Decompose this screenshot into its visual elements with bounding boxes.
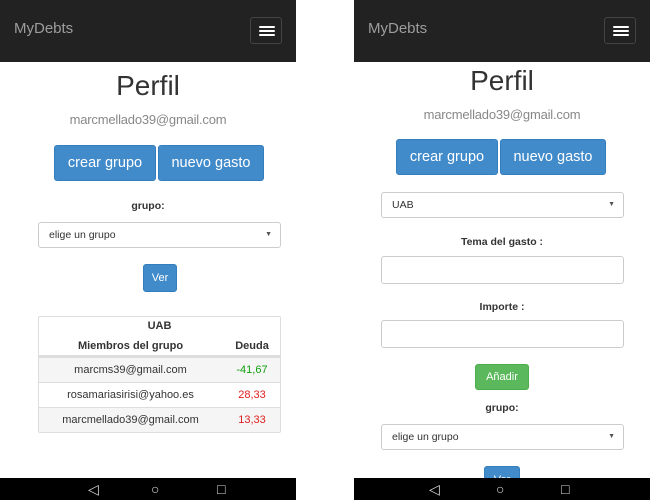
group-select[interactable]: elige un grupo ▼ (38, 222, 281, 248)
expense-group-select[interactable]: UAB ▼ (381, 192, 624, 218)
navbar: MyDebts (354, 0, 650, 62)
group-select[interactable]: elige un grupo ▼ (381, 424, 624, 450)
page-title: Perfil (116, 70, 180, 101)
hamburger-icon (259, 26, 275, 28)
group-members-table: UAB Miembros del grupo Deuda marcms39@gm… (38, 316, 281, 433)
group-label: grupo: (485, 402, 519, 414)
table-row: marcmellado39@gmail.com 13,33 (39, 407, 280, 432)
expense-topic-input[interactable] (381, 256, 624, 284)
amount-input[interactable] (381, 320, 624, 348)
add-expense-button[interactable]: Añadir (475, 364, 529, 390)
amount-label: Importe : (479, 301, 525, 313)
create-group-button[interactable]: crear grupo (396, 139, 498, 175)
home-icon[interactable]: ○ (496, 480, 504, 498)
recents-icon[interactable]: □ (561, 480, 569, 498)
group-label: grupo: (131, 200, 165, 212)
new-expense-button[interactable]: nuevo gasto (158, 145, 264, 181)
member-debt: -41,67 (236, 364, 268, 376)
system-nav-bar: ◁ ○ □ (0, 478, 296, 500)
home-icon[interactable]: ○ (151, 480, 159, 498)
chevron-down-icon: ▼ (608, 201, 615, 208)
back-icon[interactable]: ◁ (429, 480, 440, 498)
group-select-value: elige un grupo (392, 431, 459, 443)
page-title: Perfil (470, 65, 534, 96)
recents-icon[interactable]: □ (217, 480, 225, 498)
profile-screen-left: MyDebts Perfil marcmellado39@gmail.com c… (0, 0, 296, 500)
create-group-button[interactable]: crear grupo (54, 145, 156, 181)
profile-screen-right: MyDebts Perfil marcmellado39@gmail.com c… (354, 0, 650, 500)
hamburger-icon (613, 26, 629, 28)
user-email: marcmellado39@gmail.com (423, 107, 581, 122)
table-row: marcms39@gmail.com -41,67 (39, 357, 280, 382)
user-email: marcmellado39@gmail.com (69, 112, 227, 127)
new-expense-button[interactable]: nuevo gasto (500, 139, 606, 175)
table-header: Miembros del grupo Deuda (39, 335, 280, 357)
chevron-down-icon: ▼ (265, 231, 272, 238)
member-email: rosamariasirisi@yahoo.es (67, 389, 194, 401)
brand-link[interactable]: MyDebts (368, 20, 427, 37)
group-select-value: elige un grupo (49, 229, 116, 241)
table-row: rosamariasirisi@yahoo.es 28,33 (39, 382, 280, 407)
back-icon[interactable]: ◁ (88, 480, 99, 498)
menu-toggle-button[interactable] (250, 17, 282, 44)
chevron-down-icon: ▼ (608, 433, 615, 440)
member-email: marcmellado39@gmail.com (62, 414, 199, 426)
column-header-debt: Deuda (235, 340, 269, 352)
navbar: MyDebts (0, 0, 296, 62)
expense-topic-label: Tema del gasto : (460, 236, 544, 248)
member-debt: 13,33 (238, 414, 266, 426)
member-debt: 28,33 (238, 389, 266, 401)
brand-link[interactable]: MyDebts (14, 20, 73, 37)
member-email: marcms39@gmail.com (74, 364, 187, 376)
expense-group-value: UAB (392, 199, 414, 211)
system-nav-bar: ◁ ○ □ (354, 478, 650, 500)
column-header-members: Miembros del grupo (77, 340, 184, 352)
menu-toggle-button[interactable] (604, 17, 636, 44)
view-button[interactable]: Ver (143, 264, 177, 292)
table-caption: UAB (147, 320, 172, 332)
